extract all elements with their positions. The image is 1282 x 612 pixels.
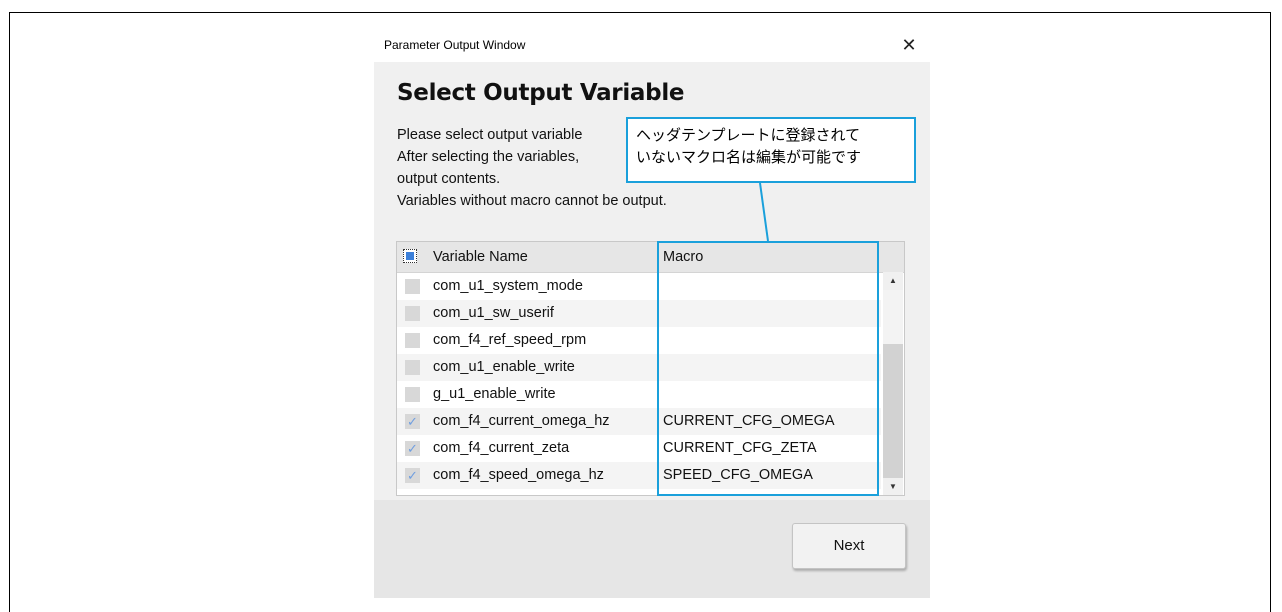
table-header: Variable Name Macro [397, 242, 904, 273]
variable-name-cell: com_u1_enable_write [433, 359, 575, 375]
row-checkbox[interactable] [405, 333, 420, 348]
dialog-footer: Next [374, 500, 930, 598]
variable-name-cell: g_u1_enable_write [433, 386, 556, 402]
variable-name-cell: com_f4_speed_omega_hz [433, 467, 604, 483]
window-title: Parameter Output Window [384, 38, 526, 52]
table-row[interactable]: ✓ com_f4_current_zeta CURRENT_CFG_ZETA [397, 435, 881, 462]
table-row[interactable]: com_u1_sw_userif [397, 300, 881, 327]
variable-name-cell: com_f4_ref_speed_rpm [433, 332, 587, 348]
table-row[interactable]: com_u1_enable_write [397, 354, 881, 381]
table-row[interactable]: ✓ com_f4_speed_omega_hz SPEED_CFG_OMEGA [397, 462, 881, 489]
table-row[interactable]: g_u1_enable_write [397, 381, 881, 408]
variable-name-cell: com_u1_system_mode [433, 278, 583, 294]
title-bar: Parameter Output Window ✕ [374, 28, 930, 62]
select-all-checkbox[interactable] [403, 249, 417, 263]
scroll-thumb[interactable] [883, 290, 903, 344]
close-icon[interactable]: ✕ [894, 32, 924, 58]
variable-name-cell: com_f4_current_zeta [433, 440, 570, 456]
row-checkbox[interactable]: ✓ [405, 468, 420, 483]
callout-line-text: ヘッダテンプレートに登録されて [636, 126, 861, 144]
vertical-scrollbar[interactable]: ▲ ▼ [883, 272, 903, 495]
table-row[interactable]: com_u1_system_mode [397, 273, 881, 300]
variable-name-cell: com_f4_current_omega_hz [433, 413, 610, 429]
row-checkbox[interactable] [405, 495, 420, 496]
row-checkbox[interactable] [405, 360, 420, 375]
annotation-callout: ヘッダテンプレートに登録されて いないマクロ名は編集が可能です [626, 117, 916, 183]
macro-cell[interactable]: SPEED_CFG_OMEGA [663, 467, 813, 483]
macro-cell[interactable]: CURRENT_CFG_ZETA [663, 440, 817, 456]
row-checkbox[interactable]: ✓ [405, 414, 420, 429]
row-checkbox[interactable] [405, 279, 420, 294]
row-checkbox[interactable] [405, 306, 420, 321]
callout-line-text: いないマクロ名は編集が可能です [636, 148, 862, 166]
scroll-down-icon[interactable]: ▼ [883, 478, 903, 495]
scroll-up-icon[interactable]: ▲ [883, 272, 903, 290]
column-header-variable-name[interactable]: Variable Name [433, 249, 528, 265]
column-header-macro[interactable]: Macro [663, 249, 703, 265]
table-row[interactable]: ✓ com_f4_current_omega_hz CURRENT_CFG_OM… [397, 408, 881, 435]
variable-name-cell: com_u1_sw_userif [433, 305, 554, 321]
macro-cell[interactable]: CURRENT_CFG_OMEGA [663, 413, 835, 429]
page-title: Select Output Variable [397, 80, 685, 106]
variable-table: Variable Name Macro com_u1_system_mode c… [396, 241, 905, 496]
description-line: Variables without macro cannot be output… [397, 193, 667, 209]
next-button[interactable]: Next [792, 523, 906, 569]
table-row[interactable] [397, 489, 881, 496]
table-row[interactable]: com_f4_ref_speed_rpm [397, 327, 881, 354]
row-checkbox[interactable] [405, 387, 420, 402]
row-checkbox[interactable]: ✓ [405, 441, 420, 456]
